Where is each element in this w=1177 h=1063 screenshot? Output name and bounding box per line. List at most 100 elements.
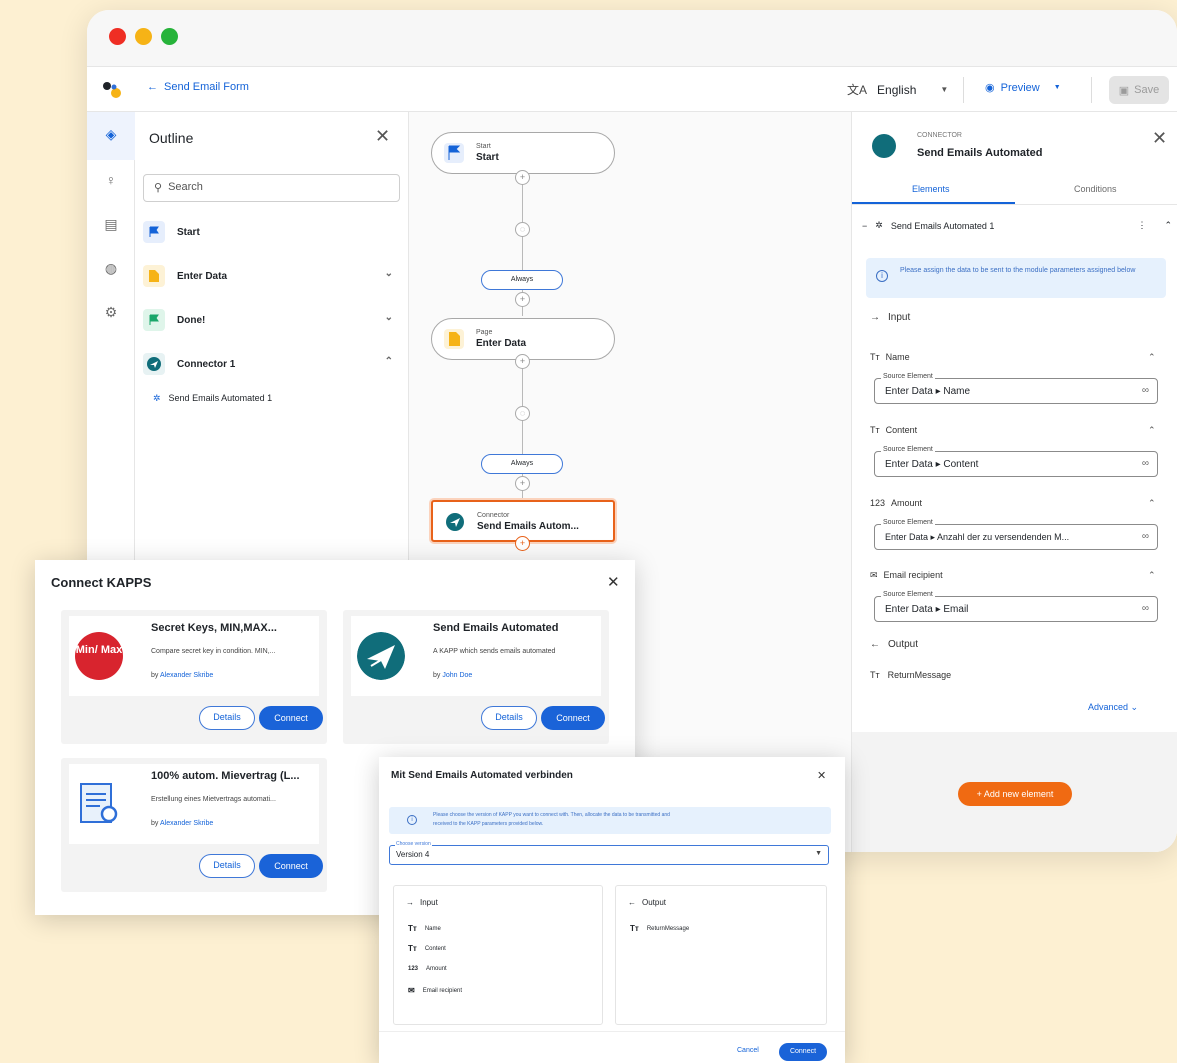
output-parameters-box: ← Output Tт ReturnMessage — [615, 885, 827, 1025]
details-button[interactable]: Details — [199, 706, 255, 730]
kapp-card-secret-keys: Min/ Max Secret Keys, MIN,MAX... Compare… — [61, 610, 327, 744]
properties-title: Send Emails Automated — [917, 147, 1043, 159]
source-element-amount[interactable]: Source Element Enter Data ▸ Anzahl der z… — [874, 519, 1158, 550]
outline-item-done[interactable]: Done! ⌄ — [143, 306, 401, 334]
advanced-toggle[interactable]: Advanced ⌄ — [1088, 702, 1138, 713]
chevron-down-icon[interactable]: ⌄ — [385, 268, 393, 279]
flow-junction-icon[interactable]: ◌ — [515, 406, 530, 421]
collapse-minus-icon[interactable]: − — [862, 221, 867, 231]
close-window-button[interactable] — [109, 28, 126, 45]
connect-button[interactable]: Connect — [259, 854, 323, 878]
arrow-left-icon: ← — [147, 81, 158, 93]
chevron-up-icon[interactable]: ⌃ — [1148, 570, 1156, 581]
link-icon[interactable]: ∞ — [1142, 603, 1149, 614]
info-icon: i — [876, 270, 888, 282]
chevron-up-icon[interactable]: ⌃ — [1164, 220, 1172, 231]
tab-elements[interactable]: Elements — [912, 184, 950, 194]
close-icon[interactable]: ✕ — [607, 573, 620, 591]
text-type-icon: Tт — [870, 670, 880, 680]
divider — [1091, 77, 1092, 103]
close-icon[interactable]: ✕ — [1152, 128, 1167, 149]
mail-icon: ✉ — [870, 570, 878, 580]
kapp-card-body: Send Emails Automated A KAPP which sends… — [351, 616, 601, 696]
eye-icon: ◉ — [985, 82, 995, 94]
module-icon: ✲ — [153, 392, 161, 403]
minimize-window-button[interactable] — [135, 28, 152, 45]
add-step-icon[interactable]: + — [515, 170, 530, 185]
connect-button[interactable]: Connect — [259, 706, 323, 730]
cancel-button[interactable]: Cancel — [737, 1047, 759, 1054]
add-step-icon[interactable]: + — [515, 354, 530, 369]
details-button[interactable]: Details — [199, 854, 255, 878]
preview-button[interactable]: ◉ Preview ▼ — [985, 81, 1061, 95]
paper-plane-icon — [357, 632, 405, 680]
field-label-email: ✉ Email recipient — [870, 570, 943, 580]
param-returnmessage: Tт ReturnMessage — [630, 924, 690, 933]
add-step-icon[interactable]: + — [515, 476, 530, 491]
kapp-author: by John Doe — [433, 672, 473, 679]
kapp-card-mietvertrag: 100% autom. Mievertrag (L... Erstellung … — [61, 758, 327, 892]
page-icon — [143, 265, 165, 287]
chevron-down-icon[interactable]: ⌄ — [385, 312, 393, 323]
gear-icon[interactable]: ⚙ — [101, 304, 121, 324]
list-icon[interactable]: ▤ — [101, 216, 121, 236]
flow-junction-icon[interactable]: ◌ — [515, 222, 530, 237]
more-vertical-icon[interactable]: ⋮ — [1137, 220, 1146, 231]
flag-icon — [143, 309, 165, 331]
save-button[interactable]: ▣ Save — [1109, 76, 1169, 104]
dialog-title: Connect KAPPS — [51, 575, 152, 590]
properties-panel: CONNECTOR Send Emails Automated ✕ Elemen… — [851, 112, 1177, 852]
close-icon[interactable]: ✕ — [375, 126, 390, 147]
number-type-icon: 123 — [870, 498, 886, 508]
search-input[interactable]: ⚲ Search — [143, 174, 400, 202]
connector-icon — [872, 134, 896, 158]
field-label-amount: 123 Amount — [870, 498, 923, 508]
chevron-up-icon[interactable]: ⌃ — [1148, 425, 1156, 436]
outline-item-connector-1[interactable]: Connector 1 ⌃ — [143, 350, 401, 378]
chevron-up-icon[interactable]: ⌃ — [385, 356, 393, 367]
version-select[interactable]: Choose version Version 4 ▼ — [389, 841, 829, 865]
connector-icon — [446, 513, 464, 531]
layers-icon[interactable]: ◈ — [101, 126, 121, 146]
transition-always[interactable]: Always — [481, 270, 563, 290]
kapp-card-body: 100% autom. Mievertrag (L... Erstellung … — [69, 764, 319, 844]
lightbulb-icon[interactable]: ♀ — [101, 172, 121, 192]
info-banner: i Please assign the data to be sent to t… — [866, 258, 1166, 298]
language-select[interactable]: 文A English ▼ — [847, 81, 948, 98]
connect-button[interactable]: Connect — [541, 706, 605, 730]
link-icon[interactable]: ∞ — [1142, 385, 1149, 396]
chevron-up-icon[interactable]: ⌃ — [1148, 498, 1156, 509]
tab-conditions[interactable]: Conditions — [1074, 184, 1117, 194]
connect-button[interactable]: Connect — [779, 1043, 827, 1061]
outline-subitem-module[interactable]: ✲ Send Emails Automated 1 — [153, 384, 411, 412]
translate-icon: 文A — [847, 83, 868, 97]
info-line: received to the KAPP parameters provided… — [433, 821, 544, 827]
outline-item-enter-data[interactable]: Enter Data ⌄ — [143, 262, 401, 290]
chevron-up-icon[interactable]: ⌃ — [1148, 352, 1156, 363]
back-link[interactable]: ← Send Email Form — [147, 81, 249, 93]
source-element-name[interactable]: Source Element Enter Data ▸ Name ∞ — [874, 373, 1158, 404]
source-element-content[interactable]: Source Element Enter Data ▸ Content ∞ — [874, 446, 1158, 477]
add-new-element-button[interactable]: + Add new element — [958, 782, 1072, 806]
close-icon[interactable]: ✕ — [817, 769, 826, 782]
add-step-icon[interactable]: + — [515, 292, 530, 307]
details-button[interactable]: Details — [481, 706, 537, 730]
divider — [379, 1031, 845, 1032]
param-name: Tт Name — [408, 924, 441, 933]
module-icon: ✲ — [875, 220, 883, 230]
link-icon[interactable]: ∞ — [1142, 531, 1149, 542]
transition-always[interactable]: Always — [481, 454, 563, 474]
outline-item-start[interactable]: Start — [143, 218, 401, 246]
palette-icon[interactable]: ◍ — [101, 260, 121, 280]
caret-down-icon: ▼ — [815, 850, 822, 857]
input-parameters-box: → Input Tт Name Tт Content 123 Amount ✉ Email… — [393, 885, 603, 1025]
add-step-icon[interactable]: + — [515, 536, 530, 551]
arrow-right-icon: → — [870, 312, 880, 323]
app-logo-icon — [103, 82, 121, 98]
maximize-window-button[interactable] — [161, 28, 178, 45]
link-icon[interactable]: ∞ — [1142, 458, 1149, 469]
module-header[interactable]: − ✲ Send Emails Automated 1 ⋮ ⌃ — [862, 220, 1172, 231]
flow-node-start[interactable]: Start Start — [431, 132, 615, 174]
source-element-email[interactable]: Source Element Enter Data ▸ Email ∞ — [874, 591, 1158, 622]
caret-down-icon: ▼ — [940, 85, 949, 94]
